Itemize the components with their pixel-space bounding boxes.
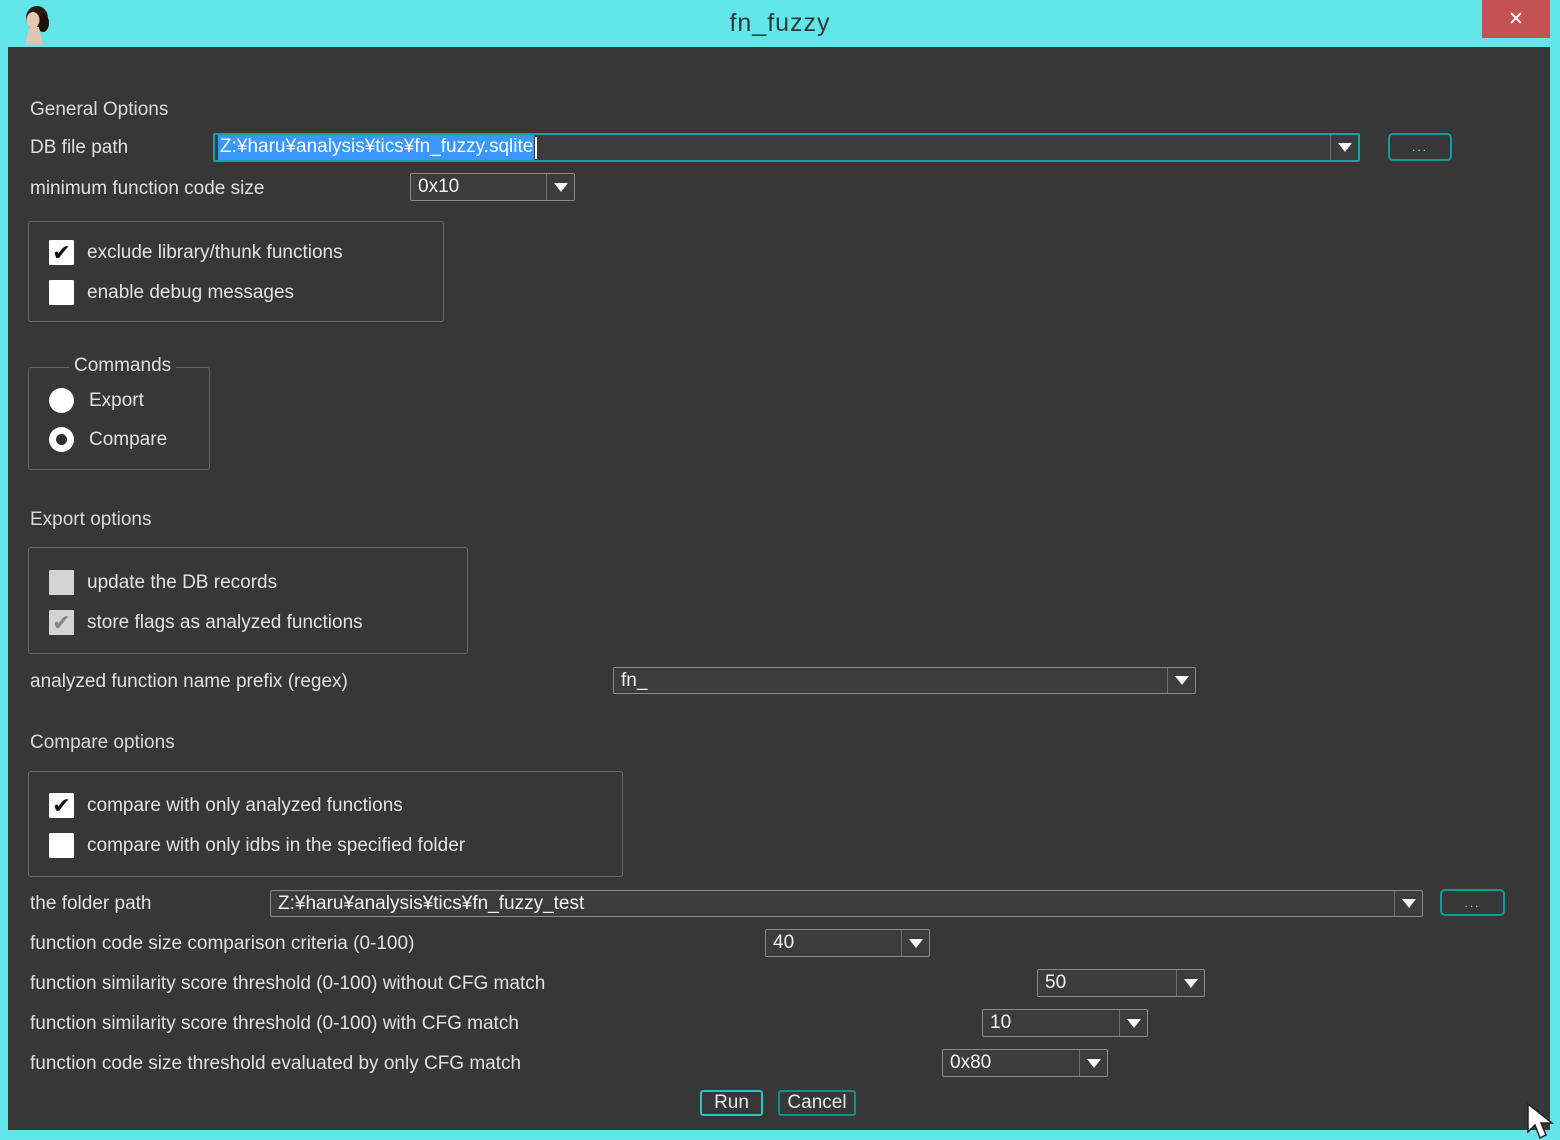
radio-label: Export	[89, 390, 144, 412]
radio-dot	[56, 434, 67, 445]
dropdown-arrow-icon	[554, 183, 568, 192]
dropdown-arrow-icon	[909, 939, 923, 948]
db-file-path-label: DB file path	[30, 137, 128, 159]
checkbox-label: update the DB records	[87, 572, 277, 594]
dropdown-arrow-icon	[1175, 676, 1189, 685]
checkbox-unchecked[interactable]	[49, 280, 74, 305]
enable-debug-messages-row[interactable]: enable debug messages	[49, 280, 294, 305]
radio-compare-row[interactable]: Compare	[49, 427, 167, 452]
commands-group: Commands Export Compare	[28, 367, 210, 470]
db-file-path-value-wrap: Z:¥haru¥analysis¥tics¥fn_fuzzy.sqlite	[215, 135, 1330, 160]
radio-selected[interactable]	[49, 427, 74, 452]
run-button[interactable]: Run	[700, 1090, 763, 1116]
similarity-with-cfg-value: 10	[983, 1012, 1119, 1034]
dropdown-arrow-icon	[1087, 1059, 1101, 1068]
titlebar: fn_fuzzy ✕	[0, 0, 1560, 47]
similarity-without-cfg-label: function similarity score threshold (0-1…	[30, 973, 545, 995]
similarity-with-cfg-label: function similarity score threshold (0-1…	[30, 1013, 519, 1035]
general-options-heading: General Options	[30, 99, 168, 121]
db-file-path-value: Z:¥haru¥analysis¥tics¥fn_fuzzy.sqlite	[218, 135, 534, 160]
update-db-records-row[interactable]: update the DB records	[49, 570, 277, 595]
checkbox-unchecked[interactable]	[49, 833, 74, 858]
radio-label: Compare	[89, 429, 167, 451]
checkbox-label: compare with only idbs in the specified …	[87, 835, 465, 857]
checkbox-unchecked-disabled	[49, 570, 74, 595]
similarity-with-cfg-dropdown-button[interactable]	[1119, 1010, 1147, 1036]
commands-group-title: Commands	[69, 355, 176, 377]
db-file-path-dropdown-button[interactable]	[1330, 135, 1358, 160]
similarity-with-cfg-combobox[interactable]: 10	[982, 1009, 1148, 1037]
similarity-without-cfg-value: 50	[1038, 972, 1176, 994]
prefix-regex-value: fn_	[614, 670, 1167, 692]
dropdown-arrow-icon	[1338, 143, 1352, 152]
compare-options-heading: Compare options	[30, 732, 175, 754]
mouse-cursor	[1526, 1102, 1560, 1140]
compare-idbs-folder-row[interactable]: compare with only idbs in the specified …	[49, 833, 465, 858]
close-icon: ✕	[1508, 8, 1524, 31]
code-size-threshold-cfg-dropdown-button[interactable]	[1079, 1050, 1107, 1076]
prefix-regex-label: analyzed function name prefix (regex)	[30, 671, 348, 693]
min-code-size-label: minimum function code size	[30, 178, 264, 200]
radio-unselected[interactable]	[49, 388, 74, 413]
db-file-path-browse-button[interactable]: ...	[1388, 133, 1452, 161]
checkbox-checked[interactable]: ✔	[49, 240, 74, 265]
compare-analyzed-row[interactable]: ✔ compare with only analyzed functions	[49, 793, 403, 818]
store-flags-row[interactable]: ✔ store flags as analyzed functions	[49, 610, 363, 635]
code-size-threshold-cfg-value: 0x80	[943, 1052, 1079, 1074]
min-code-size-dropdown-button[interactable]	[546, 174, 574, 200]
folder-path-value: Z:¥haru¥analysis¥tics¥fn_fuzzy_test	[271, 893, 1394, 915]
code-size-criteria-label: function code size comparison criteria (…	[30, 933, 414, 955]
prefix-regex-combobox[interactable]: fn_	[613, 667, 1196, 694]
window-title: fn_fuzzy	[0, 9, 1560, 38]
code-size-criteria-value: 40	[766, 932, 901, 954]
code-size-threshold-cfg-combobox[interactable]: 0x80	[942, 1049, 1108, 1077]
text-caret	[535, 137, 537, 159]
general-checkbox-group: ✔ exclude library/thunk functions enable…	[28, 221, 444, 322]
min-code-size-value: 0x10	[411, 176, 546, 198]
folder-path-dropdown-button[interactable]	[1394, 891, 1422, 916]
dropdown-arrow-icon	[1127, 1019, 1141, 1028]
export-options-heading: Export options	[30, 509, 151, 531]
folder-path-combobox[interactable]: Z:¥haru¥analysis¥tics¥fn_fuzzy_test	[270, 890, 1423, 917]
radio-export-row[interactable]: Export	[49, 388, 144, 413]
cancel-button[interactable]: Cancel	[778, 1090, 856, 1116]
export-checkbox-group: update the DB records ✔ store flags as a…	[28, 547, 468, 654]
folder-path-label: the folder path	[30, 893, 151, 915]
checkbox-label: store flags as analyzed functions	[87, 612, 363, 634]
compare-checkbox-group: ✔ compare with only analyzed functions c…	[28, 771, 623, 877]
fn-fuzzy-dialog: { "window": { "title": "fn_fuzzy", "clos…	[0, 0, 1560, 1140]
code-size-criteria-dropdown-button[interactable]	[901, 930, 929, 956]
exclude-library-thunk-row[interactable]: ✔ exclude library/thunk functions	[49, 240, 343, 265]
checkbox-checked-disabled: ✔	[49, 610, 74, 635]
dialog-content: General Options DB file path Z:¥haru¥ana…	[8, 47, 1550, 1130]
prefix-regex-dropdown-button[interactable]	[1167, 668, 1195, 693]
checkbox-checked[interactable]: ✔	[49, 793, 74, 818]
similarity-without-cfg-combobox[interactable]: 50	[1037, 969, 1205, 997]
min-code-size-combobox[interactable]: 0x10	[410, 173, 575, 201]
similarity-without-cfg-dropdown-button[interactable]	[1176, 970, 1204, 996]
checkbox-label: enable debug messages	[87, 282, 294, 304]
code-size-criteria-combobox[interactable]: 40	[765, 929, 930, 957]
checkbox-label: compare with only analyzed functions	[87, 795, 403, 817]
dropdown-arrow-icon	[1402, 899, 1416, 908]
checkbox-label: exclude library/thunk functions	[87, 242, 343, 264]
dropdown-arrow-icon	[1184, 979, 1198, 988]
db-file-path-combobox[interactable]: Z:¥haru¥analysis¥tics¥fn_fuzzy.sqlite	[213, 133, 1360, 162]
folder-path-browse-button[interactable]: ...	[1440, 889, 1505, 916]
code-size-threshold-cfg-label: function code size threshold evaluated b…	[30, 1053, 521, 1075]
close-button[interactable]: ✕	[1482, 0, 1550, 38]
